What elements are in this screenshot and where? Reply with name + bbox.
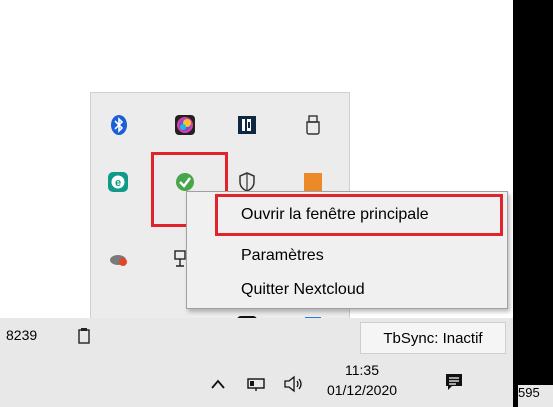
tbsync-status-label: TbSync: Inactif xyxy=(383,329,483,347)
color-app-icon[interactable] xyxy=(174,114,196,136)
clock-date: 01/12/2020 xyxy=(326,382,398,398)
orange-app-icon[interactable] xyxy=(302,171,324,193)
menu-item-highlight xyxy=(215,194,503,236)
menu-quit-nextcloud[interactable]: Quitter Nextcloud xyxy=(241,281,365,299)
tbsync-status[interactable]: TbSync: Inactif xyxy=(360,322,506,354)
menu-settings[interactable]: Paramètres xyxy=(241,247,324,265)
e-app-icon[interactable]: e xyxy=(107,171,129,193)
cloud-fire-icon[interactable] xyxy=(108,248,130,270)
dark-window-edge xyxy=(513,0,553,407)
bluetooth-icon[interactable] xyxy=(108,114,130,136)
partial-status-text: 595 xyxy=(518,385,553,407)
speaker-icon[interactable] xyxy=(282,374,306,394)
app-d-icon[interactable] xyxy=(236,114,258,136)
svg-text:e: e xyxy=(115,177,121,189)
chevron-up-icon[interactable] xyxy=(208,375,228,393)
usb-drive-icon[interactable] xyxy=(302,114,324,136)
status-number: 8239 xyxy=(6,327,38,343)
taskbar-clock[interactable]: 11:35 01/12/2020 xyxy=(323,360,401,400)
clock-time: 11:35 xyxy=(345,362,379,378)
action-center-icon[interactable] xyxy=(443,371,465,393)
shield-icon[interactable] xyxy=(236,171,258,193)
network-icon[interactable] xyxy=(245,374,267,394)
clipboard-icon xyxy=(76,326,92,346)
